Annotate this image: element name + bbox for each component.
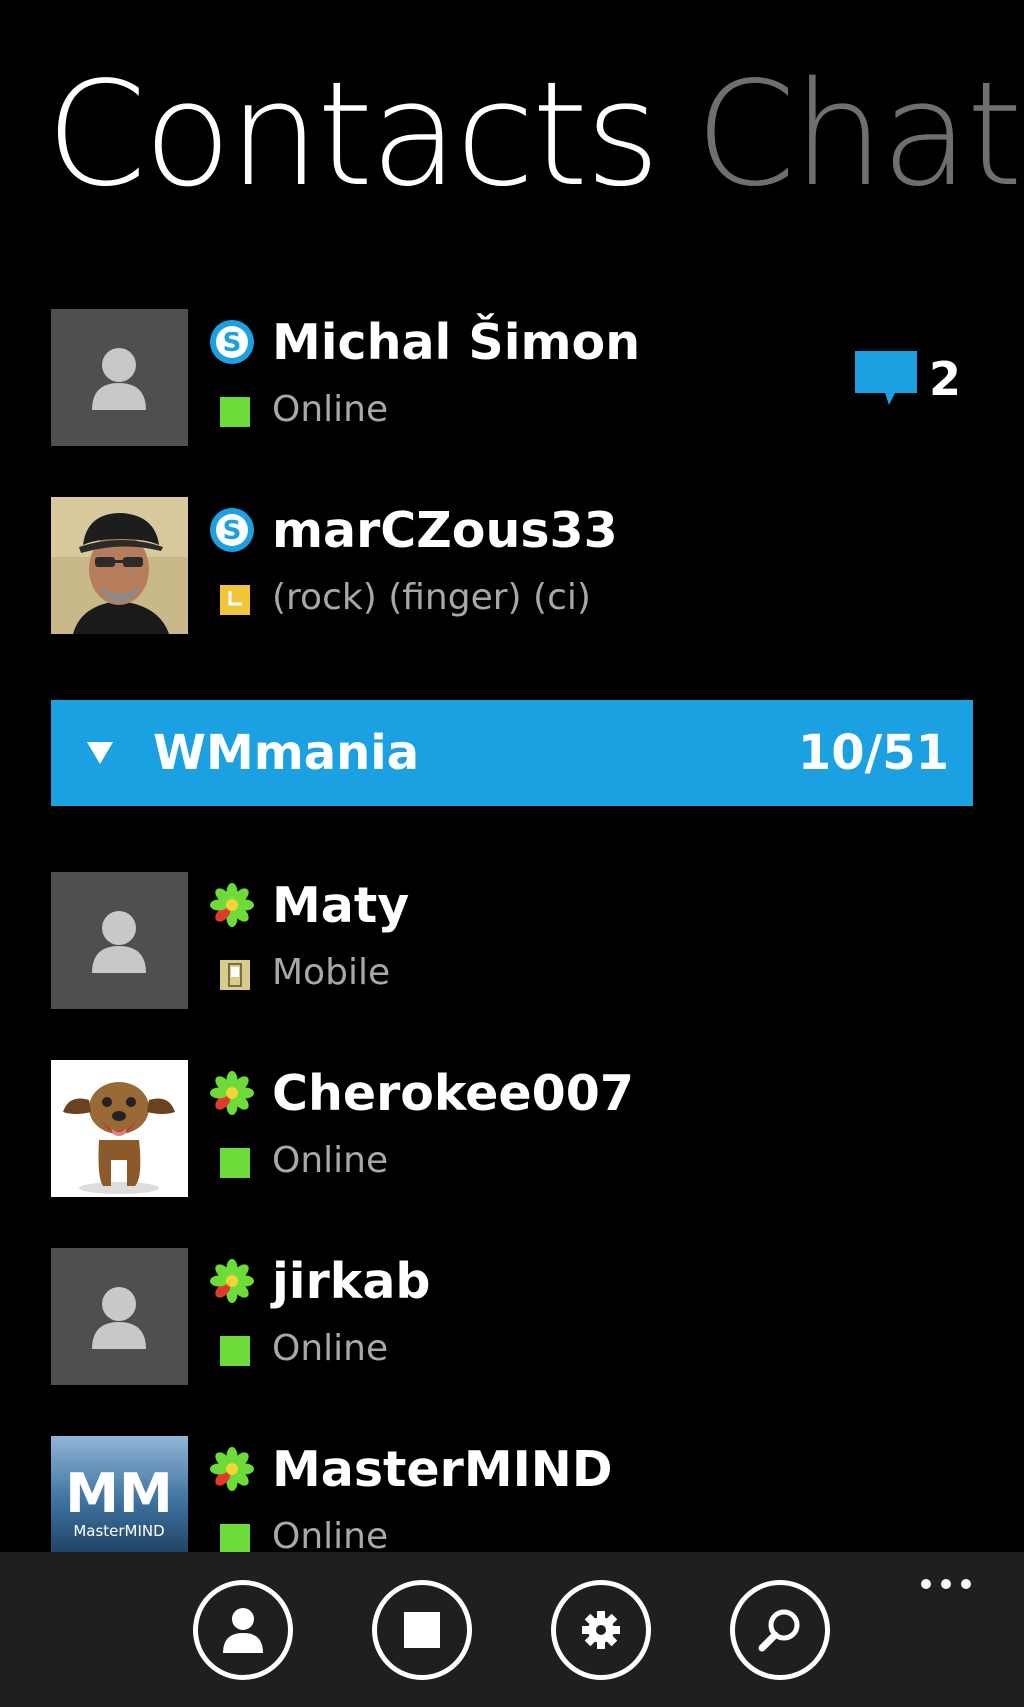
person-placeholder-icon [51,309,188,446]
contact-status: Mobile [272,952,391,993]
icq-flower-icon [210,1071,254,1115]
skype-icon: S [210,508,254,552]
contact-name: Cherokee007 [272,1065,634,1122]
mastermind-logo-avatar: MM MasterMIND [51,1436,188,1552]
contact-row[interactable]: jirkab Online [51,1248,973,1385]
group-count: 10/51 [797,725,949,781]
icq-flower-icon [210,1259,254,1303]
search-button[interactable] [730,1580,830,1680]
settings-icon [582,1611,620,1649]
unread-count: 2 [929,352,962,406]
tab-contacts[interactable]: Contacts [46,44,660,224]
status-online-icon [220,1148,250,1178]
tab-chats[interactable]: Chats [695,44,1024,224]
more-icon[interactable] [916,1574,976,1594]
chat-bubble-icon [855,351,917,405]
chevron-down-icon[interactable] [85,740,115,766]
svg-text:S: S [223,516,242,546]
icq-flower-icon [210,1447,254,1491]
unread-messages-badge[interactable]: 2 [853,349,973,419]
avatar [51,1248,188,1385]
contact-status: (rock) (finger) (ci) [272,577,591,618]
contact-status: Online [272,1516,389,1552]
contact-row[interactable]: S Michal Šimon Online 2 [51,309,973,446]
contact-row[interactable]: Cherokee007 Online [51,1060,973,1197]
status-mobile-icon [220,960,250,990]
settings-button[interactable] [551,1580,651,1680]
avatar: MM MasterMIND [51,1436,188,1552]
avatar [51,872,188,1009]
add-contact-button[interactable] [193,1580,293,1680]
contact-name: MasterMIND [272,1441,613,1498]
avatar [51,1060,188,1197]
status-online-icon [220,1336,250,1366]
status-icon [404,1612,440,1648]
person-placeholder-icon [51,1248,188,1385]
svg-text:MM: MM [65,1462,172,1525]
svg-text:MasterMIND: MasterMIND [73,1522,164,1540]
icq-flower-icon [210,883,254,927]
status-away-icon [220,585,250,615]
group-header-wmmania[interactable]: WMmania 10/51 [51,700,973,806]
status-online-icon [220,1524,250,1552]
app-bar [0,1552,1024,1707]
avatar [51,497,188,634]
contact-status: Online [272,1140,389,1181]
contact-status: Online [272,389,389,430]
skype-icon: S [210,320,254,364]
status-online-icon [220,397,250,427]
search-icon [758,1609,800,1652]
contact-row[interactable]: Maty Mobile [51,872,973,1009]
contact-status: Online [272,1328,389,1369]
contact-name: jirkab [272,1253,431,1310]
status-button[interactable] [372,1580,472,1680]
avatar [51,309,188,446]
contact-list[interactable]: ContactsChats S Michal Šimon Online 2 [0,0,1024,1552]
contact-row[interactable]: S marCZous33 (rock) (finger) (ci) [51,497,973,634]
pivot-header: ContactsChats [46,44,1024,224]
add-contact-icon [223,1608,263,1653]
svg-text:S: S [223,328,242,358]
photo-dog-avatar [51,1060,188,1197]
group-name: WMmania [153,725,420,781]
person-placeholder-icon [51,872,188,1009]
contact-row[interactable]: MM MasterMIND MasterMIND Online [51,1436,973,1552]
contact-name: Michal Šimon [272,314,641,371]
contact-name: Maty [272,877,410,934]
photo-man-avatar [51,497,188,634]
contact-name: marCZous33 [272,502,618,559]
